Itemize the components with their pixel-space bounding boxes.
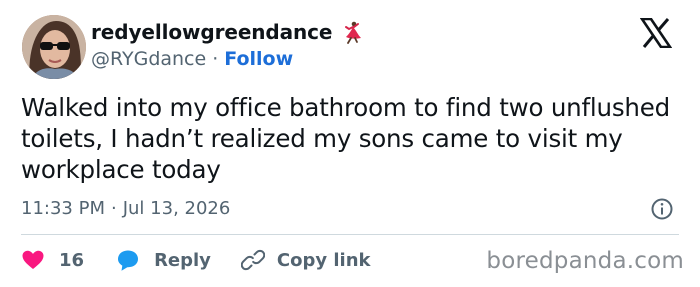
dancer-emoji-icon [340, 20, 364, 44]
handle-separator: · [212, 48, 219, 70]
like-count: 16 [59, 249, 85, 271]
avatar[interactable] [22, 15, 86, 79]
info-icon[interactable] [650, 197, 674, 221]
like-button[interactable]: 16 [21, 248, 84, 272]
user-handle[interactable]: @RYGdance [91, 48, 206, 70]
tweet-date[interactable]: Jul 13, 2026 [123, 198, 231, 219]
tweet-text: Walked into my office bathroom to find t… [21, 93, 670, 184]
reply-bubble-icon [118, 250, 139, 271]
handle-row: @RYGdance · Follow [91, 48, 293, 70]
reply-label: Reply [154, 249, 211, 271]
link-icon [240, 249, 265, 271]
display-name[interactable]: redyellowgreendance [91, 20, 333, 44]
reply-button[interactable]: Reply [116, 248, 211, 272]
action-bar: 16 Reply Copy link [21, 246, 371, 274]
meta-separator: · [110, 198, 117, 219]
tweet-time[interactable]: 11:33 PM [21, 198, 105, 219]
copy-link-label: Copy link [276, 249, 371, 271]
follow-button[interactable]: Follow [224, 48, 293, 70]
divider [21, 234, 679, 235]
x-logo-icon[interactable] [639, 17, 673, 49]
tweet-card: redyellowgreendance @RYGdance · Follow W… [0, 0, 700, 287]
copy-link-button[interactable]: Copy link [240, 248, 371, 272]
name-row: redyellowgreendance [91, 20, 364, 44]
heart-icon [22, 250, 44, 269]
watermark: boredpanda.com [486, 248, 684, 274]
tweet-meta: 11:33 PM · Jul 13, 2026 [21, 198, 230, 219]
